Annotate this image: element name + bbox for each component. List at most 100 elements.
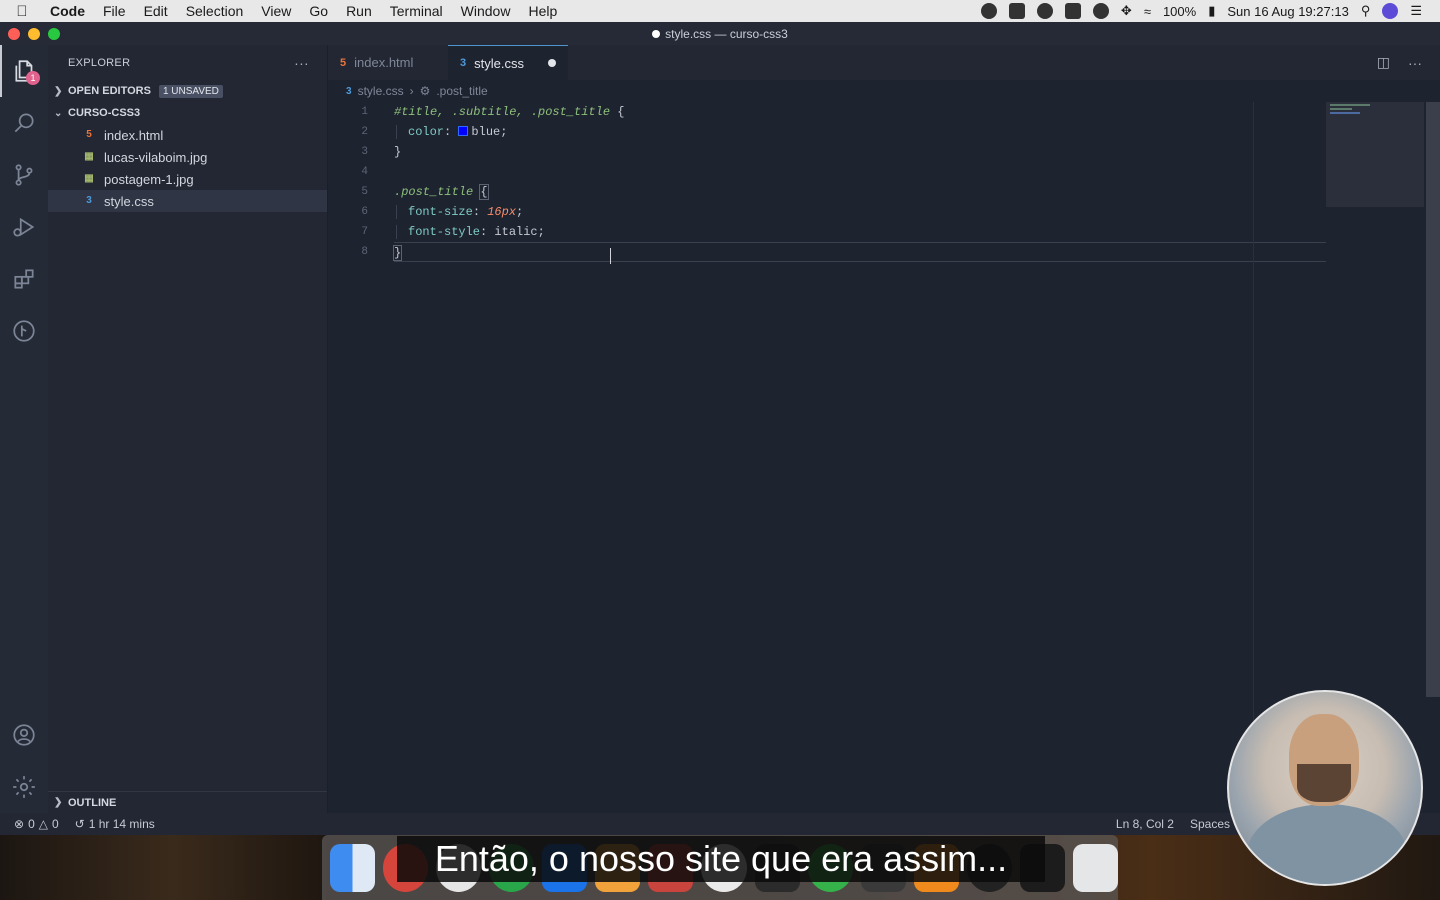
apple-icon[interactable]:  <box>0 3 44 20</box>
problems-indicator[interactable]: ⊗ 0 △ 0 <box>14 817 59 831</box>
css-brace: } <box>394 145 402 159</box>
code-line-current[interactable]: } <box>392 242 1326 262</box>
folder-section[interactable]: ⌄ CURSO-CSS3 <box>48 102 327 124</box>
search-activity[interactable] <box>0 97 48 149</box>
unsaved-dot-icon[interactable] <box>548 59 556 67</box>
editor-ruler <box>1253 102 1254 813</box>
extensions-activity[interactable] <box>0 253 48 305</box>
css-file-icon: 3 <box>346 85 352 97</box>
breadcrumb: 3 style.css › ⚙ .post_title <box>328 80 1328 102</box>
breadcrumb-file[interactable]: style.css <box>358 84 404 98</box>
wifi-icon[interactable]: ≈ <box>1144 4 1151 19</box>
run-debug-activity[interactable] <box>0 201 48 253</box>
bolt-icon[interactable] <box>1092 3 1109 19</box>
minimap[interactable] <box>1326 102 1424 207</box>
control-center-icon[interactable]: ☰ <box>1410 3 1422 19</box>
error-icon: ⊗ <box>14 817 25 831</box>
manage-activity[interactable] <box>0 761 48 813</box>
menu-go[interactable]: Go <box>300 3 337 19</box>
image-file-icon: ▦ <box>84 151 94 162</box>
menu-view[interactable]: View <box>252 3 300 19</box>
indentation[interactable]: Spaces <box>1190 817 1230 831</box>
shield-icon[interactable] <box>1008 3 1025 19</box>
explorer-title: EXPLORER <box>68 56 131 69</box>
explorer-activity[interactable]: 1 <box>0 45 48 97</box>
file-item-postagem-1-jpg[interactable]: ▦ postagem-1.jpg <box>48 168 327 190</box>
file-name: lucas-vilaboim.jpg <box>104 149 208 165</box>
code-lines[interactable]: #title, .subtitle, .post_title { color: … <box>392 102 1334 262</box>
file-item-lucas-vilaboim-jpg[interactable]: ▦ lucas-vilaboim.jpg <box>48 146 327 168</box>
file-item-index-html[interactable]: 5 index.html <box>48 124 327 146</box>
menu-selection[interactable]: Selection <box>177 3 253 19</box>
siri-icon[interactable] <box>1382 3 1399 19</box>
battery-percent: 100% <box>1162 3 1197 19</box>
more-actions-icon[interactable]: ··· <box>294 55 309 71</box>
line-number: 1 <box>361 106 368 118</box>
css-brace: { <box>610 105 625 119</box>
presenter-beard <box>1297 764 1351 802</box>
minimap-line <box>1330 112 1360 114</box>
cursor-position[interactable]: Ln 8, Col 2 <box>1116 817 1174 831</box>
trash-icon[interactable] <box>1072 843 1118 892</box>
more-actions-icon[interactable]: ··· <box>1408 55 1422 71</box>
menu-app-name[interactable]: Code <box>44 3 94 19</box>
text-cursor-icon <box>610 248 611 264</box>
source-control-activity[interactable] <box>0 149 48 201</box>
tab-label: style.css <box>474 55 524 71</box>
webcam-overlay <box>1227 690 1423 886</box>
clock[interactable]: Sun 16 Aug 19:27:13 <box>1227 4 1348 19</box>
status-app-icon[interactable] <box>980 3 997 19</box>
time-tracker[interactable]: ↺ 1 hr 14 mins <box>75 817 155 831</box>
html-file-icon: 5 <box>340 56 347 69</box>
outline-section[interactable]: ❯ OUTLINE <box>48 791 327 813</box>
editor-tabs: 5 index.html 3 style.css ◫ ··· <box>328 45 1440 80</box>
battery-icon[interactable]: ▮ <box>1208 3 1215 19</box>
code-line[interactable]: color: blue; <box>394 122 1334 142</box>
menu-terminal[interactable]: Terminal <box>381 3 452 19</box>
split-editor-icon[interactable]: ◫ <box>1377 54 1390 71</box>
css-brace: } <box>392 245 403 261</box>
status-circle-icon[interactable] <box>1036 3 1053 19</box>
spotlight-search-icon[interactable]: ⚲ <box>1361 3 1371 19</box>
menu-help[interactable]: Help <box>519 3 566 19</box>
video-caption: Então, o nosso site que era assim... <box>397 836 1045 882</box>
open-editors-section[interactable]: ❯ OPEN EDITORS 1 UNSAVED <box>48 80 327 102</box>
menubar-status-area: ✥ ≈ 100% ▮ Sun 16 Aug 19:27:13 ⚲ ☰ <box>980 3 1440 19</box>
file-item-style-css[interactable]: 3 style.css <box>48 190 327 212</box>
status-bar: ⊗ 0 △ 0 ↺ 1 hr 14 mins Ln 8, Col 2 Space… <box>0 813 1440 835</box>
gitlens-activity[interactable] <box>0 305 48 357</box>
window-title: style.css — curso-css3 <box>665 26 788 41</box>
breadcrumb-symbol[interactable]: .post_title <box>436 84 487 98</box>
menu-run[interactable]: Run <box>337 3 381 19</box>
css-file-icon: 3 <box>460 57 467 69</box>
minimap-line <box>1330 108 1352 110</box>
html-file-icon: 5 <box>86 129 92 140</box>
gear-icon <box>13 776 35 798</box>
editor-scrollbar[interactable] <box>1426 102 1440 697</box>
indent-guide: font-style: italic; <box>396 225 545 239</box>
macos-menubar:  Code File Edit Selection View Go Run T… <box>0 0 1440 22</box>
code-line[interactable]: } <box>394 142 1334 162</box>
menu-edit[interactable]: Edit <box>135 3 177 19</box>
symbol-icon: ⚙ <box>419 84 431 98</box>
code-line[interactable]: font-style: italic; <box>394 222 1334 242</box>
color-swatch[interactable] <box>458 126 469 136</box>
finder-icon[interactable] <box>330 843 376 892</box>
tab-index-html[interactable]: 5 index.html <box>328 45 448 80</box>
accounts-activity[interactable] <box>0 709 48 761</box>
code-line[interactable] <box>394 162 1334 182</box>
activity-bottom <box>0 709 48 813</box>
code-line[interactable]: .post_title { <box>394 182 1334 202</box>
code-line[interactable]: font-size: 16px; <box>394 202 1334 222</box>
maximize-window-button[interactable] <box>48 28 60 40</box>
move-icon[interactable]: ✥ <box>1121 3 1132 19</box>
menu-file[interactable]: File <box>94 3 135 19</box>
minimize-window-button[interactable] <box>28 28 40 40</box>
tab-style-css[interactable]: 3 style.css <box>448 45 568 80</box>
code-line[interactable]: #title, .subtitle, .post_title { <box>394 102 1334 122</box>
close-window-button[interactable] <box>8 28 20 40</box>
status-box-icon[interactable] <box>1064 3 1081 19</box>
chevron-down-icon: ⌄ <box>54 107 63 119</box>
css-value: 16px <box>487 205 517 219</box>
menu-window[interactable]: Window <box>452 3 520 19</box>
